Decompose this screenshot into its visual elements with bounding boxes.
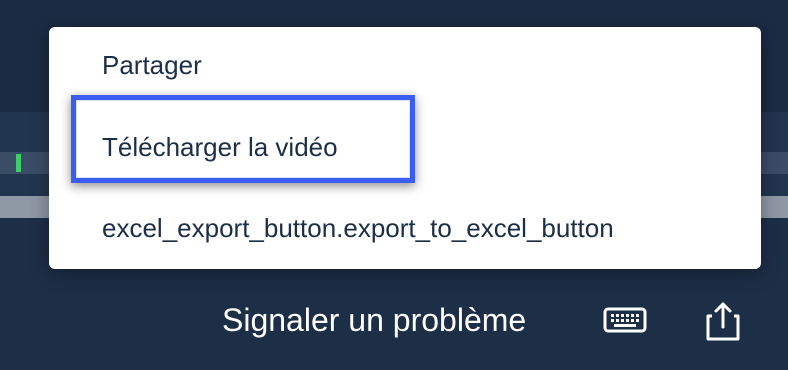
menu-item-download-video[interactable]: Télécharger la vidéo [102, 127, 338, 167]
keyboard-icon[interactable] [603, 304, 647, 336]
menu-item-share[interactable]: Partager [102, 45, 202, 85]
timeline-marker [16, 154, 21, 172]
menu-item-export-excel[interactable]: excel_export_button.export_to_excel_butt… [102, 208, 614, 248]
share-icon[interactable] [704, 300, 742, 342]
report-problem-link[interactable]: Signaler un problème [222, 298, 526, 342]
context-menu: Partager Télécharger la vidéo excel_expo… [49, 27, 761, 269]
